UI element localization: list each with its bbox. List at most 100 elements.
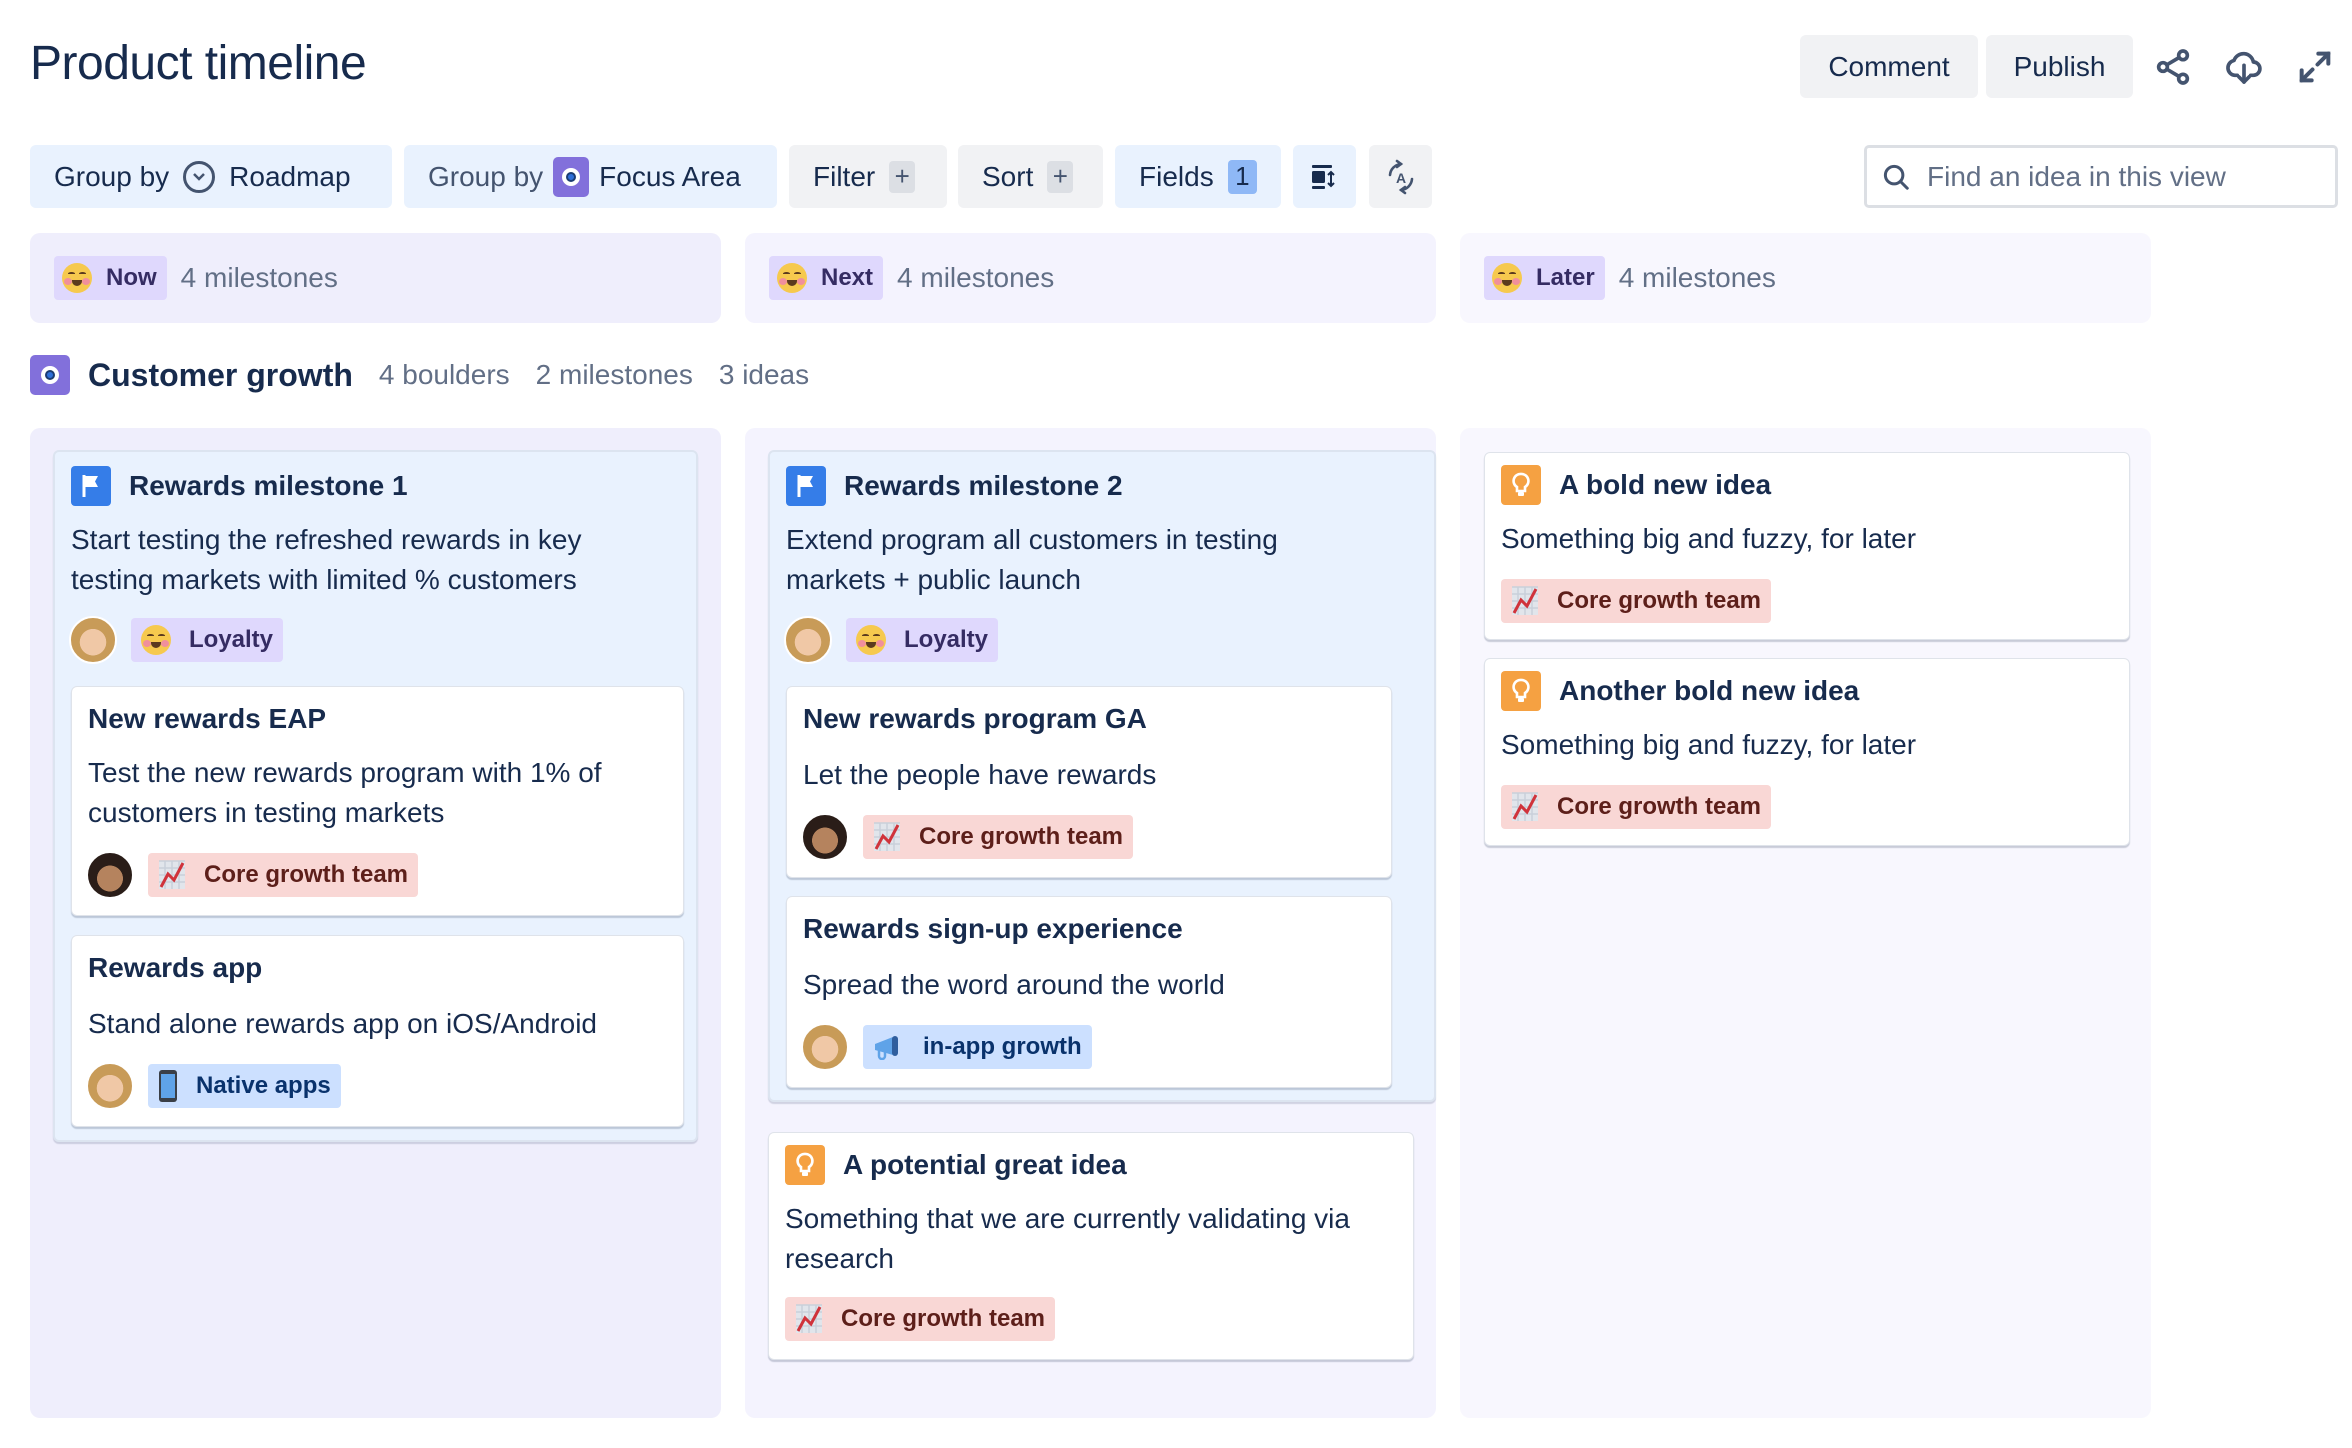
share-button[interactable] <box>2146 40 2200 94</box>
tag-core-growth-team[interactable]: Core growth team <box>148 853 419 897</box>
search-input[interactable] <box>1927 160 2327 193</box>
status-lozenge-later[interactable]: Later <box>1484 256 1605 300</box>
idea-title: A bold new idea <box>1559 469 1772 500</box>
milestone-card[interactable]: Rewards milestone 2 Extend program all c… <box>768 450 1436 1102</box>
card-description: Spread the word around the world <box>803 969 1225 1000</box>
search-icon <box>1883 164 1909 190</box>
group-stat-boulders: 4 boulders <box>378 359 510 390</box>
chart-increasing-icon <box>873 822 901 852</box>
flag-icon <box>786 466 826 506</box>
expand-icon <box>2299 51 2331 83</box>
smiling-face-icon <box>777 263 807 293</box>
fullscreen-button[interactable] <box>2288 40 2342 94</box>
tag-core-growth-team[interactable]: Core growth team <box>1501 579 1772 623</box>
milestone-title: Rewards milestone 2 <box>844 470 1123 501</box>
milestone-card[interactable]: Rewards milestone 1 Start testing the re… <box>53 450 698 1142</box>
tag-native-apps[interactable]: Native apps <box>148 1064 341 1108</box>
tag-in-app-growth[interactable]: in-app growth <box>863 1025 1092 1069</box>
group-title: Customer growth <box>88 356 353 393</box>
lightbulb-icon <box>1501 465 1541 505</box>
group-by-label: Group by <box>54 160 170 192</box>
milestone-title: Rewards milestone 1 <box>129 470 408 501</box>
filter-button[interactable]: Filter + <box>789 145 947 208</box>
avatar[interactable] <box>86 1062 134 1110</box>
column-body-later: A bold new idea Something big and fuzzy,… <box>1460 428 2151 1418</box>
tag-core-growth-team[interactable]: Core growth team <box>1501 785 1772 829</box>
fields-button[interactable]: Fields 1 <box>1115 145 1281 208</box>
idea-card[interactable]: Rewards app Stand alone rewards app on i… <box>71 935 684 1127</box>
card-description: Something big and fuzzy, for later <box>1501 729 1917 760</box>
group-stat-ideas: 3 ideas <box>718 359 810 390</box>
mobile-phone-icon <box>158 1069 178 1103</box>
avatar[interactable] <box>86 851 134 899</box>
card-description: Test the new rewards program with 1% of … <box>88 757 602 828</box>
lightbulb-icon <box>785 1145 825 1185</box>
column-label: Later <box>1536 264 1595 291</box>
comment-button[interactable]: Comment <box>1800 35 1978 98</box>
group-row-customer-growth[interactable]: Customer growth 4 boulders 2 milestones … <box>30 355 809 395</box>
idea-title: Another bold new idea <box>1559 675 1860 706</box>
group-by-roadmap-value: Roadmap <box>229 160 351 192</box>
card-title: Rewards app <box>88 952 263 983</box>
column-body-next: Rewards milestone 2 Extend program all c… <box>745 428 1436 1418</box>
tag-loyalty[interactable]: Loyalty <box>846 618 999 662</box>
tag-core-growth-team[interactable]: Core growth team <box>863 815 1134 859</box>
svg-text:A: A <box>1395 170 1405 186</box>
idea-card[interactable]: New rewards EAP Test the new rewards pro… <box>71 686 684 916</box>
idea-card[interactable]: Another bold new idea Something big and … <box>1484 658 2130 846</box>
sort-label: Sort <box>982 160 1034 192</box>
filter-label: Filter <box>813 160 876 192</box>
card-title: Rewards sign-up experience <box>803 913 1183 944</box>
plus-icon: + <box>1047 160 1074 193</box>
chart-increasing-icon <box>158 860 186 890</box>
column-count: 4 milestones <box>180 262 338 293</box>
auto-translate-button[interactable]: A <box>1369 145 1432 208</box>
chevron-down-circle-icon <box>183 160 216 193</box>
tag-core-growth-team[interactable]: Core growth team <box>785 1297 1056 1341</box>
cloud-download-icon <box>2226 51 2262 84</box>
focus-area-eye-icon <box>553 156 590 197</box>
group-by-focus-value: Focus Area <box>599 160 741 192</box>
idea-card[interactable]: A potential great idea Something that we… <box>768 1132 1414 1360</box>
chart-increasing-icon <box>795 1304 823 1334</box>
group-by-focus-area-button[interactable]: Group by Focus Area <box>404 145 777 208</box>
column-header-now: Now 4 milestones <box>30 233 721 323</box>
group-by-label: Group by <box>428 160 544 192</box>
idea-title: A potential great idea <box>843 1149 1127 1180</box>
status-lozenge-next[interactable]: Next <box>769 256 884 300</box>
row-height-button[interactable] <box>1293 145 1356 208</box>
column-count: 4 milestones <box>897 262 1055 293</box>
avatar[interactable] <box>801 813 849 861</box>
idea-card[interactable]: A bold new idea Something big and fuzzy,… <box>1484 452 2130 640</box>
avatar[interactable] <box>69 616 117 664</box>
row-height-icon <box>1311 164 1335 189</box>
group-stat-milestones: 2 milestones <box>535 359 693 390</box>
smiling-face-icon <box>62 263 92 293</box>
page-title: Product timeline <box>30 37 367 90</box>
translate-refresh-icon: A <box>1388 159 1413 194</box>
fields-label: Fields <box>1139 160 1214 192</box>
share-icon <box>2156 49 2190 85</box>
column-body-now: Rewards milestone 1 Start testing the re… <box>30 428 721 1418</box>
column-label: Next <box>821 264 874 291</box>
search-box[interactable] <box>1864 145 2338 208</box>
milestone-description: Start testing the refreshed rewards in k… <box>71 524 582 595</box>
focus-area-eye-icon <box>30 355 70 395</box>
tag-loyalty[interactable]: Loyalty <box>131 618 284 662</box>
column-header-next: Next 4 milestones <box>745 233 1436 323</box>
plus-icon: + <box>889 160 916 193</box>
sort-button[interactable]: Sort + <box>958 145 1103 208</box>
idea-card[interactable]: New rewards program GA Let the people ha… <box>786 686 1392 878</box>
smiling-face-icon <box>141 625 171 655</box>
export-button[interactable] <box>2217 40 2271 94</box>
avatar[interactable] <box>801 1023 849 1071</box>
avatar[interactable] <box>784 616 832 664</box>
column-label: Now <box>106 264 157 291</box>
publish-button[interactable]: Publish <box>1986 35 2133 98</box>
idea-card[interactable]: Rewards sign-up experience Spread the wo… <box>786 896 1392 1088</box>
megaphone-icon <box>873 1034 905 1060</box>
lightbulb-icon <box>1501 671 1541 711</box>
group-by-roadmap-button[interactable]: Group by Roadmap <box>30 145 392 208</box>
card-description: Stand alone rewards app on iOS/Android <box>88 1008 597 1039</box>
status-lozenge-now[interactable]: Now <box>54 256 167 300</box>
